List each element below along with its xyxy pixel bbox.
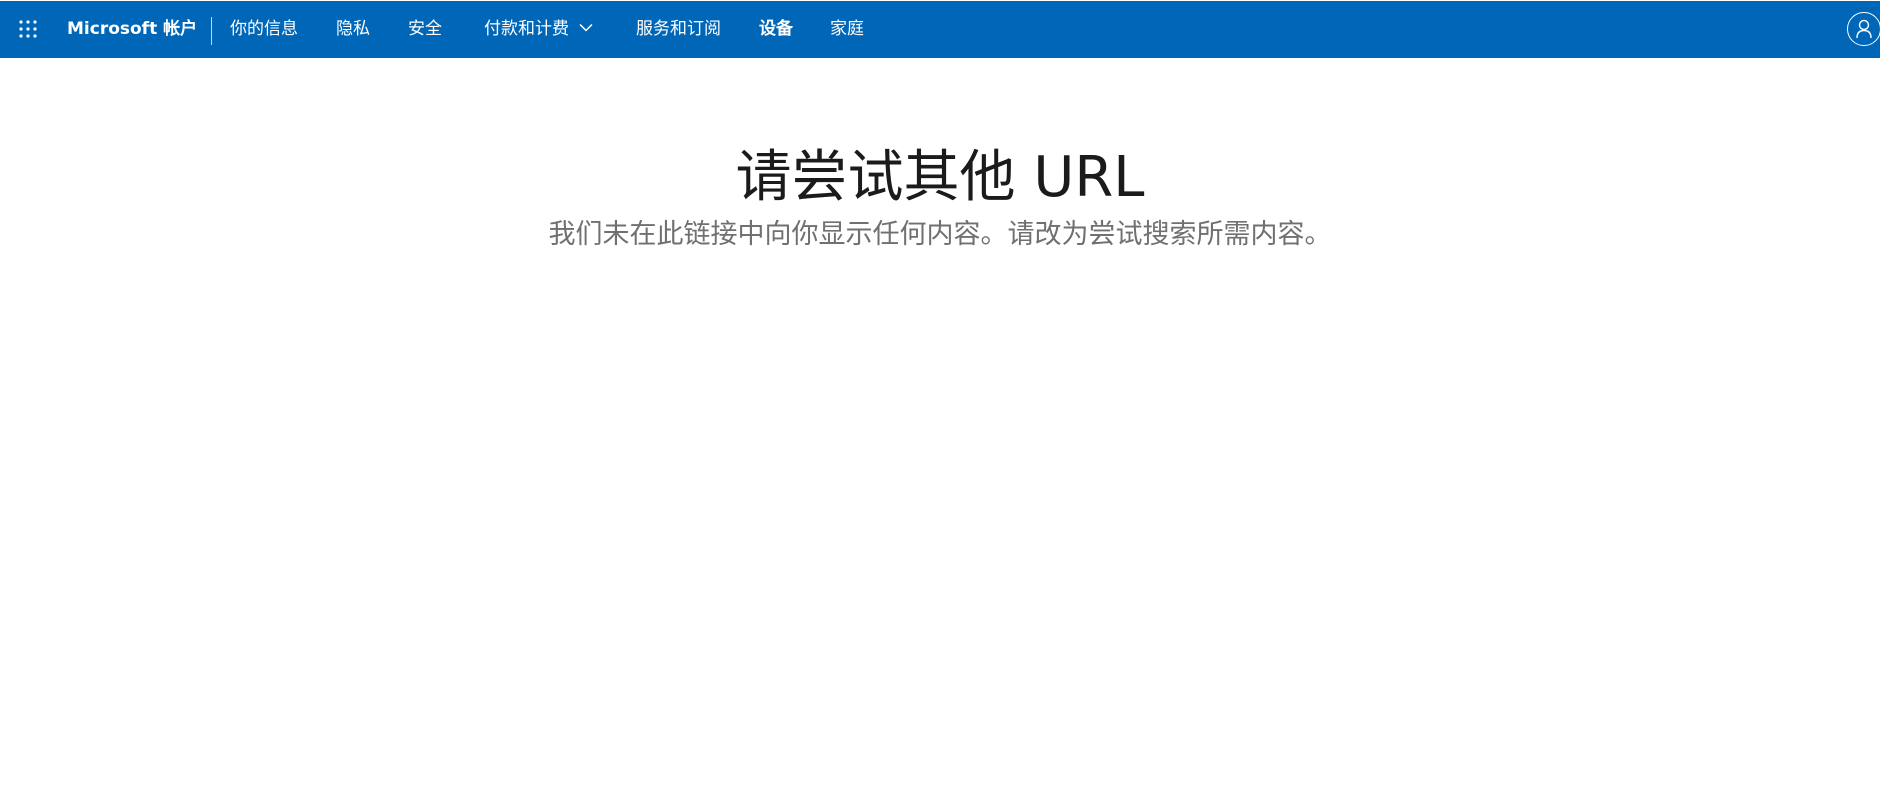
header-divider (211, 17, 212, 45)
account-avatar-button[interactable] (1847, 12, 1880, 46)
chevron-down-icon (579, 0, 593, 56)
nav-item-family[interactable]: 家庭 (830, 1, 864, 58)
nav-item-services-subscriptions[interactable]: 服务和订阅 (636, 1, 721, 58)
page-title: 请尝试其他 URL (735, 145, 1145, 210)
brand-link[interactable]: Microsoft 帐户 (67, 1, 197, 58)
nav-item-your-info[interactable]: 你的信息 (230, 1, 298, 58)
nav-item-security[interactable]: 安全 (408, 1, 442, 58)
nav-item-privacy[interactable]: 隐私 (336, 1, 370, 58)
nav-item-payment-billing[interactable]: 付款和计费 (484, 1, 593, 58)
top-navigation-bar: Microsoft 帐户 你的信息 隐私 安全 付款和计费 服务和订阅 设备 家… (0, 1, 1880, 58)
nav-item-payment-billing-label: 付款和计费 (484, 19, 569, 39)
nav-item-devices[interactable]: 设备 (759, 1, 793, 58)
page-subtitle: 我们未在此链接中向你显示任何内容。请改为尝试搜索所需内容。 (548, 219, 1332, 250)
main-content: 请尝试其他 URL 我们未在此链接中向你显示任何内容。请改为尝试搜索所需内容。 (0, 140, 1880, 254)
app-launcher-waffle-icon[interactable] (18, 19, 38, 39)
